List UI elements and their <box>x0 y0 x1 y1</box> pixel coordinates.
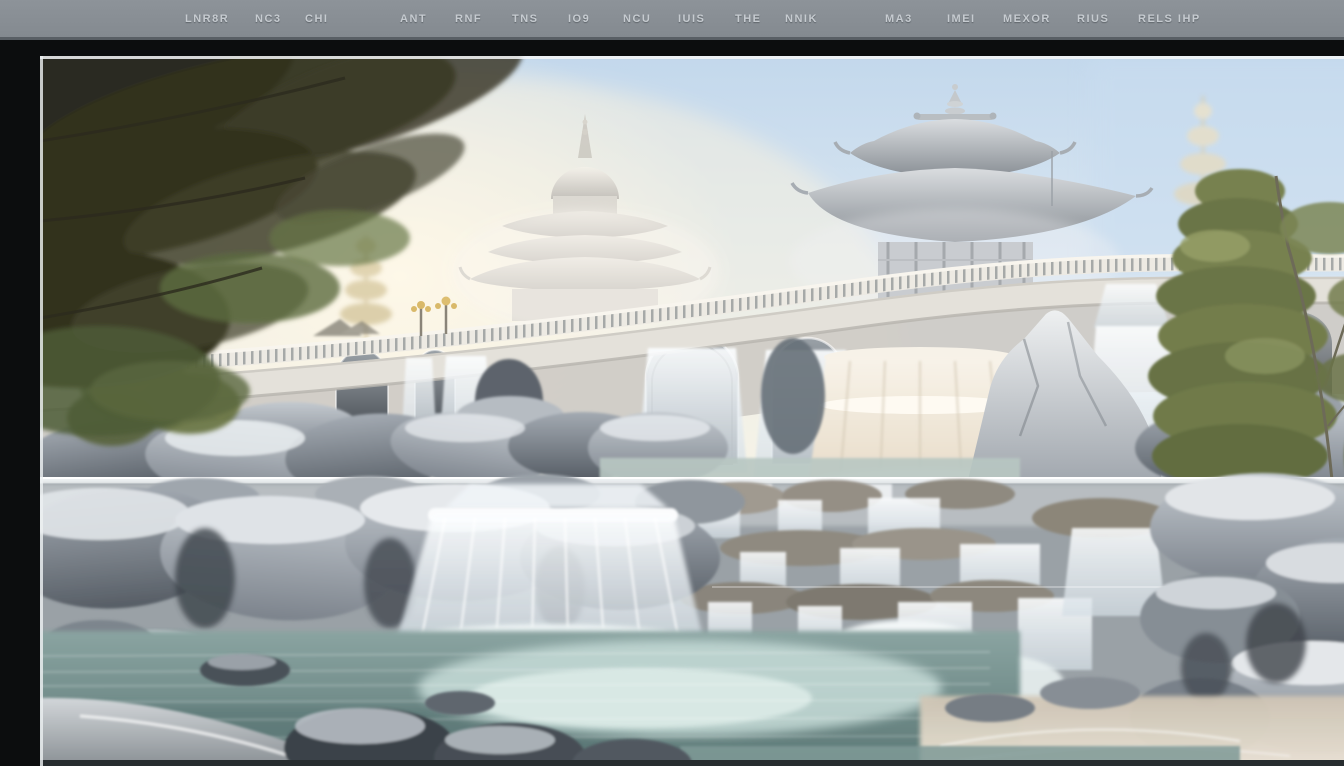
menu-item[interactable]: RIUS <box>1077 0 1109 37</box>
bottom-edge-line <box>40 760 1344 766</box>
menu-item[interactable]: TNS <box>512 0 539 37</box>
menu-item[interactable]: MEXOR <box>1003 0 1051 37</box>
menu-item[interactable]: NNIK <box>785 0 818 37</box>
scene-image <box>40 56 1344 766</box>
menu-item[interactable]: MA3 <box>885 0 913 37</box>
menu-item[interactable]: IMEI <box>947 0 976 37</box>
menu-item[interactable]: IUIS <box>678 0 705 37</box>
menu-item[interactable]: LNR8R <box>185 0 229 37</box>
menu-item[interactable]: CHI <box>305 0 328 37</box>
menu-item[interactable]: NCU <box>623 0 651 37</box>
menu-item[interactable]: ANT <box>400 0 427 37</box>
menu-item[interactable]: THE <box>735 0 762 37</box>
menu-item[interactable]: RNF <box>455 0 482 37</box>
lower-panel <box>40 473 1344 766</box>
menu-item[interactable]: NC3 <box>255 0 282 37</box>
menu-item[interactable]: IO9 <box>568 0 590 37</box>
menubar: LNR8R NC3 CHI ANT RNF TNS IO9 NCU IUIS T… <box>0 0 1344 40</box>
menu-item[interactable]: RELS IHP <box>1138 0 1201 37</box>
